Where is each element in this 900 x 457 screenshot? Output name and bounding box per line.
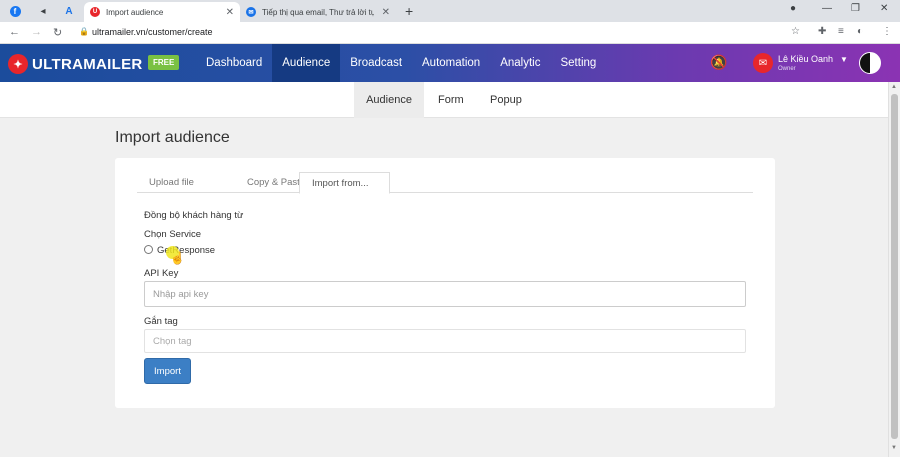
browser-tab-email-marketing[interactable]: ✉ Tiếp thị qua email, Thư trả lời tự ✕ — [240, 2, 396, 22]
user-role: Owner — [778, 66, 796, 72]
back-icon[interactable]: ← — [9, 26, 20, 38]
subnav-form[interactable]: Form — [426, 82, 476, 118]
plan-badge: FREE — [148, 55, 180, 70]
bookmark-star-icon[interactable]: ☆ — [791, 26, 800, 37]
minimize-icon[interactable]: — — [822, 3, 832, 14]
facebook-icon: f — [9, 5, 21, 17]
import-card: Upload file Copy & Paste Import from... … — [115, 158, 775, 408]
browser-tab-strip: f ◂ A U Import audience ✕ ✉ Tiếp thị qua… — [0, 0, 900, 22]
import-tabs: Upload file Copy & Paste Import from... — [137, 172, 753, 194]
nav-automation[interactable]: Automation — [412, 44, 490, 82]
url-field[interactable]: ultramailer.vn/customer/create — [92, 27, 213, 37]
reload-icon[interactable]: ↻ — [53, 26, 62, 39]
subnav-popup[interactable]: Popup — [478, 82, 534, 118]
tab-upload-file[interactable]: Upload file — [137, 172, 206, 193]
scroll-down-icon[interactable]: ▼ — [891, 445, 897, 451]
tab-search-icon[interactable]: ● — [790, 3, 796, 14]
page-scrollbar[interactable]: ▲ ▼ — [888, 82, 900, 457]
audio-pinned-tab[interactable]: ◂ — [34, 3, 52, 19]
scroll-thumb[interactable] — [891, 94, 898, 439]
user-name[interactable]: Lê Kiều Oanh — [778, 54, 833, 64]
nav-broadcast[interactable]: Broadcast — [340, 44, 412, 82]
close-tab-icon[interactable]: ✕ — [382, 7, 390, 18]
scroll-up-icon[interactable]: ▲ — [891, 84, 897, 90]
close-tab-icon[interactable]: ✕ — [226, 7, 234, 18]
restore-icon[interactable]: ❐ — [851, 3, 860, 14]
new-tab-icon[interactable]: + — [405, 3, 413, 19]
browser-tab-import-audience[interactable]: U Import audience ✕ — [84, 2, 240, 22]
import-button[interactable]: Import — [144, 358, 191, 384]
profile-icon[interactable]: ◐ — [857, 26, 863, 37]
nav-setting[interactable]: Setting — [550, 44, 606, 82]
ultramailer-logo[interactable]: ✦ ULTRAMAILER — [8, 54, 143, 74]
main-nav: Dashboard Audience Broadcast Automation … — [196, 44, 606, 82]
address-bar: ← → ↻ 🔒 ultramailer.vn/customer/create ☆… — [0, 22, 900, 44]
notification-bell-off-icon[interactable]: 🔕 — [710, 54, 727, 71]
service-label: Chọn Service — [144, 229, 202, 240]
ultramailer-favicon: U — [90, 7, 100, 17]
speaker-icon: ◂ — [40, 5, 46, 17]
media-icon[interactable]: ≡ — [838, 26, 844, 37]
lock-icon: 🔒 — [79, 27, 89, 36]
mail-favicon: ✉ — [246, 7, 256, 17]
sync-section-label: Đồng bộ khách hàng từ — [144, 210, 244, 221]
close-window-icon[interactable]: ✕ — [880, 3, 888, 14]
hand-cursor-icon: ☝ — [170, 251, 185, 265]
api-key-input[interactable]: Nhập api key — [144, 281, 746, 307]
service-radio[interactable] — [144, 245, 153, 254]
tab-import-from[interactable]: Import from... — [299, 172, 390, 194]
chevron-down-icon[interactable]: ▼ — [840, 55, 848, 64]
tab-title: Tiếp thị qua email, Thư trả lời tự — [262, 7, 374, 17]
nav-dashboard[interactable]: Dashboard — [196, 44, 272, 82]
nav-audience[interactable]: Audience — [272, 44, 341, 82]
tag-label: Gắn tag — [144, 316, 178, 327]
api-key-label: API Key — [144, 268, 179, 279]
extensions-icon[interactable]: ✚ — [818, 26, 826, 37]
user-avatar[interactable]: ✉ — [753, 53, 773, 73]
app-header: ✦ ULTRAMAILER FREE Dashboard Audience Br… — [0, 44, 900, 82]
audience-subnav: Audience Form Popup — [0, 82, 888, 118]
page-title: Import audience — [115, 129, 230, 146]
forward-icon[interactable]: → — [31, 26, 42, 38]
menu-dots-icon[interactable]: ⋮ — [882, 26, 892, 37]
facebook-pinned-tab[interactable]: f — [6, 3, 24, 19]
logo-text: ULTRAMAILER — [32, 55, 143, 73]
account-avatar[interactable] — [859, 52, 881, 74]
nav-analytic[interactable]: Analytic — [490, 44, 550, 82]
app-logo-icon: A — [65, 5, 73, 17]
runner-logo-icon: ✦ — [8, 54, 28, 74]
app-pinned-tab[interactable]: A — [60, 3, 78, 19]
tag-select[interactable]: Chọn tag — [144, 329, 746, 353]
tab-title: Import audience — [106, 7, 164, 17]
subnav-audience[interactable]: Audience — [354, 82, 424, 118]
